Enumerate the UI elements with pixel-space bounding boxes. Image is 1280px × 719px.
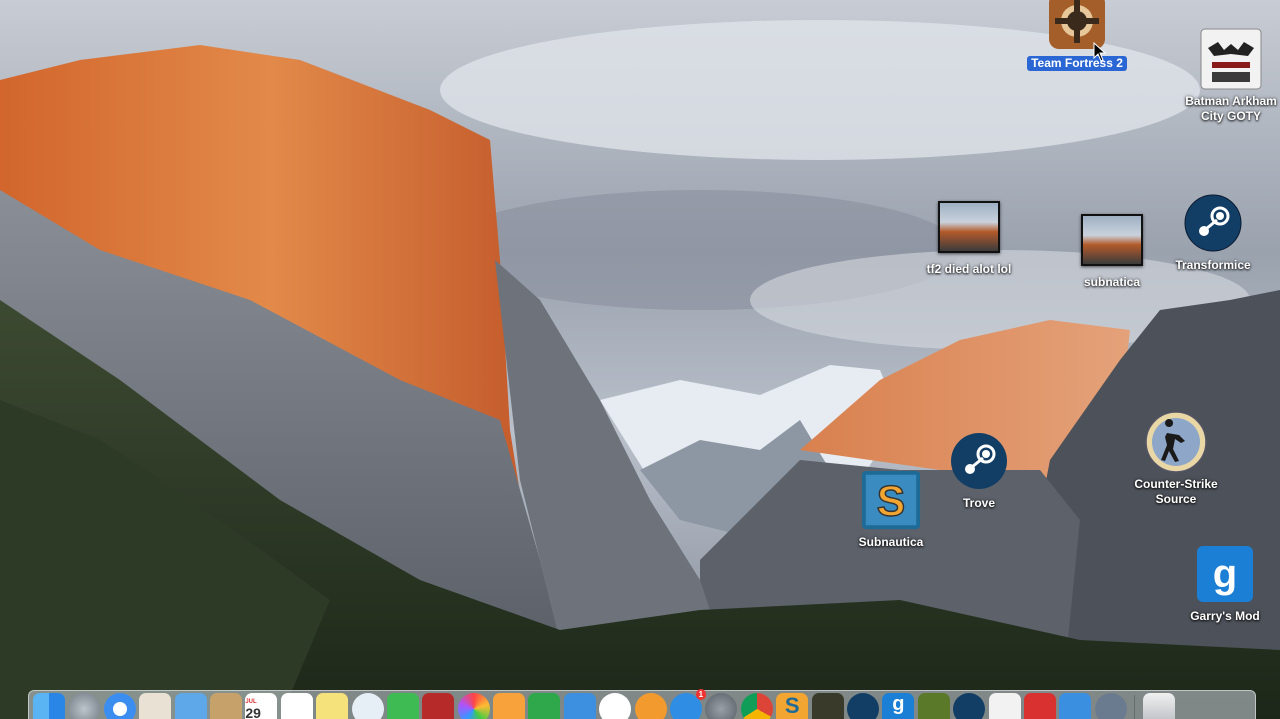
safari-icon[interactable] — [103, 693, 136, 719]
numbers-icon[interactable] — [528, 693, 561, 719]
mail-icon[interactable] — [174, 693, 207, 719]
wallpaper-el-capitan — [0, 0, 1280, 719]
photos-icon[interactable] — [457, 693, 490, 719]
messages-icon[interactable] — [351, 693, 384, 719]
photo-booth-icon[interactable] — [422, 693, 455, 719]
itunes-icon[interactable] — [599, 693, 632, 719]
desktop-icon-subnautica-video[interactable]: subnatica — [1057, 209, 1167, 290]
svg-text:S: S — [877, 478, 905, 526]
app-store-icon[interactable]: 1 — [670, 689, 707, 719]
finder-icon[interactable] — [33, 693, 65, 719]
game-icon[interactable] — [811, 693, 844, 719]
desktop-icon-label: tf2 died alot lol — [926, 262, 1012, 276]
keynote-icon[interactable] — [563, 693, 596, 719]
game-icon[interactable] — [917, 693, 950, 719]
desktop-icon-label: Counter-Strike Source — [1134, 477, 1218, 506]
batman-dock-icon[interactable] — [988, 693, 1021, 719]
steam-icon — [948, 430, 1010, 492]
launchpad-icon[interactable] — [68, 693, 101, 719]
desktop-icon-counter-strike[interactable]: Counter-Strike Source — [1121, 411, 1231, 507]
trash-icon[interactable] — [1142, 693, 1175, 719]
desktop-icon-label: subnatica — [1083, 275, 1140, 289]
dock-separator — [1134, 695, 1136, 719]
system-preferences-icon[interactable] — [705, 693, 738, 719]
desktop[interactable]: Team Fortress 2 Batman Arkham City GOTY … — [0, 0, 1280, 719]
calendar-day: 29 — [245, 705, 261, 719]
dock: JUL 29 1 S g — [28, 689, 1256, 719]
steam-dock-icon[interactable] — [953, 693, 986, 719]
stickies-icon[interactable] — [316, 693, 349, 719]
notes-icon[interactable] — [209, 693, 242, 719]
desktop-icon-label: Trove — [962, 496, 995, 510]
video-thumbnail-icon — [1081, 209, 1143, 271]
reminders-icon[interactable] — [280, 693, 313, 719]
desktop-icon-transformice[interactable]: Transformice — [1158, 192, 1268, 273]
counter-strike-icon — [1145, 411, 1207, 473]
desktop-icon-label: Transformice — [1175, 258, 1251, 272]
mouse-cursor-icon — [1093, 42, 1107, 62]
desktop-icon-label: Garry's Mod — [1190, 609, 1260, 623]
desktop-icon-label: Batman Arkham City GOTY — [1185, 94, 1277, 123]
app-store-badge: 1 — [695, 689, 707, 700]
svg-text:g: g — [1213, 552, 1237, 596]
desktop-icon-tf2-video[interactable]: tf2 died alot lol — [914, 196, 1024, 277]
subnautica-icon: S — [860, 469, 922, 531]
garrys-mod-icon: g — [1194, 543, 1256, 605]
batman-icon — [1200, 28, 1262, 90]
pages-icon[interactable] — [493, 693, 526, 719]
subnautica-dock-icon[interactable]: S — [776, 693, 809, 719]
garrys-mod-dock-icon[interactable]: g — [882, 693, 915, 719]
contacts-icon[interactable] — [139, 693, 172, 719]
xcode-icon[interactable] — [1059, 693, 1092, 719]
steam-dock-icon[interactable] — [846, 693, 879, 719]
desktop-icon-team-fortress-2[interactable]: Team Fortress 2 — [1022, 0, 1132, 71]
chrome-icon[interactable] — [740, 693, 773, 719]
video-thumbnail-icon — [938, 196, 1000, 258]
desktop-icon-label: Subnautica — [858, 535, 924, 549]
steam-icon — [1182, 192, 1244, 254]
desktop-icon-label: Team Fortress 2 — [1027, 56, 1127, 71]
game-icon[interactable] — [1023, 693, 1056, 719]
calendar-icon[interactable]: JUL 29 — [245, 693, 278, 719]
desktop-icon-garrys-mod[interactable]: g Garry's Mod — [1170, 543, 1280, 624]
game-icon[interactable] — [1094, 693, 1127, 719]
facetime-icon[interactable] — [386, 693, 419, 719]
desktop-icon-batman[interactable]: Batman Arkham City GOTY — [1176, 28, 1280, 124]
desktop-icon-subnautica[interactable]: S Subnautica — [836, 469, 946, 550]
ibooks-icon[interactable] — [634, 693, 667, 719]
